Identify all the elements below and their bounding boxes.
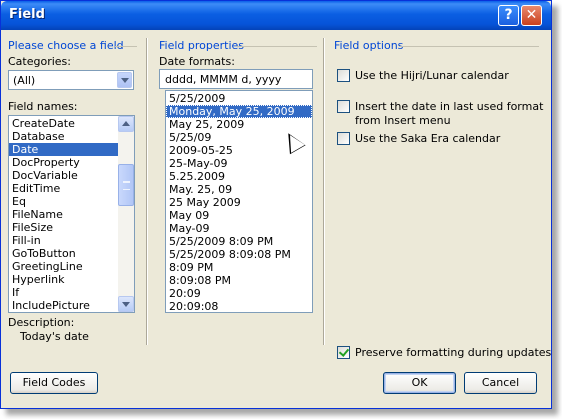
date-formats-list[interactable]: 5/25/2009 Monday, May 25, 2009 May 25, 200… (165, 90, 313, 313)
description-text: Today's date (20, 330, 89, 343)
column-divider-2 (323, 38, 325, 345)
last-used-format-label-2: from Insert menu (355, 114, 451, 127)
field-name-item[interactable]: GoToButton (9, 247, 134, 260)
date-format-item[interactable]: 5/25/2009 (166, 92, 312, 105)
field-codes-button[interactable]: Field Codes (10, 372, 98, 394)
field-names-label: Field names: (8, 100, 78, 113)
hijri-checkbox[interactable] (337, 69, 350, 82)
field-properties-heading: Field properties (159, 39, 245, 52)
date-format-item[interactable]: May-09 (166, 222, 312, 235)
categories-value: (All) (13, 74, 36, 87)
field-names-scrollbar[interactable] (118, 116, 134, 312)
field-names-list[interactable]: CreateDate Database Date DocProperty DocVari… (8, 115, 135, 313)
scroll-thumb[interactable] (118, 164, 134, 206)
saka-label: Use the Saka Era calendar (355, 132, 501, 145)
date-format-item[interactable]: Monday, May 25, 2009 (166, 105, 312, 118)
heading-rule (115, 46, 137, 47)
field-name-item[interactable]: EditTime (9, 182, 134, 195)
scroll-up-icon[interactable] (118, 116, 134, 132)
date-format-item[interactable]: 5/25/2009 8:09 PM (166, 235, 312, 248)
description-label: Description: (8, 316, 75, 329)
last-used-format-label: Insert the date in last used format (355, 100, 544, 113)
last-used-format-checkbox[interactable] (337, 100, 350, 113)
field-name-item[interactable]: Eq (9, 195, 134, 208)
hijri-label: Use the Hijri/Lunar calendar (355, 69, 509, 82)
date-format-item[interactable]: 8:09 PM (166, 261, 312, 274)
categories-label: Categories: (8, 55, 71, 68)
field-name-item[interactable]: Hyperlink (9, 273, 134, 286)
ok-button[interactable]: OK (383, 372, 456, 394)
field-name-item[interactable]: FileSize (9, 221, 134, 234)
date-formats-label: Date formats: (159, 55, 235, 68)
window-title: Field (9, 7, 45, 22)
chevron-down-icon[interactable] (117, 72, 132, 88)
date-format-item[interactable]: May 09 (166, 209, 312, 222)
saka-checkbox[interactable] (337, 132, 350, 145)
close-button[interactable]: ✕ (521, 5, 542, 26)
choose-field-heading: Please choose a field (8, 39, 124, 52)
help-button[interactable]: ? (498, 5, 519, 26)
preserve-formatting-label: Preserve formatting during updates (355, 346, 552, 359)
field-name-item[interactable]: Database (9, 130, 134, 143)
field-name-item[interactable]: CreateDate (9, 117, 134, 130)
field-name-item[interactable]: DocProperty (9, 156, 134, 169)
date-format-item[interactable]: May. 25, 09 (166, 183, 312, 196)
date-format-item[interactable]: 8:09:08 PM (166, 274, 312, 287)
date-format-input[interactable]: dddd, MMMM d, yyyy (159, 69, 313, 89)
field-name-item[interactable]: IncludePicture (9, 299, 134, 312)
field-name-item[interactable]: Date (9, 143, 134, 156)
field-options-heading: Field options (334, 39, 404, 52)
categories-combo[interactable]: (All) (8, 70, 134, 90)
title-bar[interactable]: Field ? ✕ (1, 1, 551, 30)
date-format-item[interactable]: 20:09 (166, 287, 312, 300)
date-format-item[interactable]: 5.25.2009 (166, 170, 312, 183)
date-format-item[interactable]: 25-May-09 (166, 157, 312, 170)
heading-rule (237, 46, 317, 47)
field-name-item[interactable]: DocVariable (9, 169, 134, 182)
field-name-item[interactable]: GreetingLine (9, 260, 134, 273)
field-name-item[interactable]: Fill-in (9, 234, 134, 247)
date-format-item[interactable]: 25 May 2009 (166, 196, 312, 209)
scroll-down-icon[interactable] (118, 296, 134, 312)
field-dialog: Field ? ✕ Please choose a field Categori… (0, 0, 552, 409)
preserve-formatting-checkbox[interactable] (337, 346, 350, 359)
heading-rule (399, 46, 539, 47)
field-name-item[interactable]: If (9, 286, 134, 299)
date-format-item[interactable]: 5/25/2009 8:09:08 PM (166, 248, 312, 261)
dialog-body: Please choose a field Categories: (All) … (1, 30, 551, 408)
date-format-item[interactable]: May 25, 2009 (166, 118, 312, 131)
column-divider-1 (146, 38, 148, 345)
field-name-item[interactable]: FileName (9, 208, 134, 221)
date-format-item[interactable]: 20:09:08 (166, 300, 312, 312)
cancel-button[interactable]: Cancel (464, 372, 537, 394)
date-format-value: dddd, MMMM d, yyyy (165, 73, 282, 86)
